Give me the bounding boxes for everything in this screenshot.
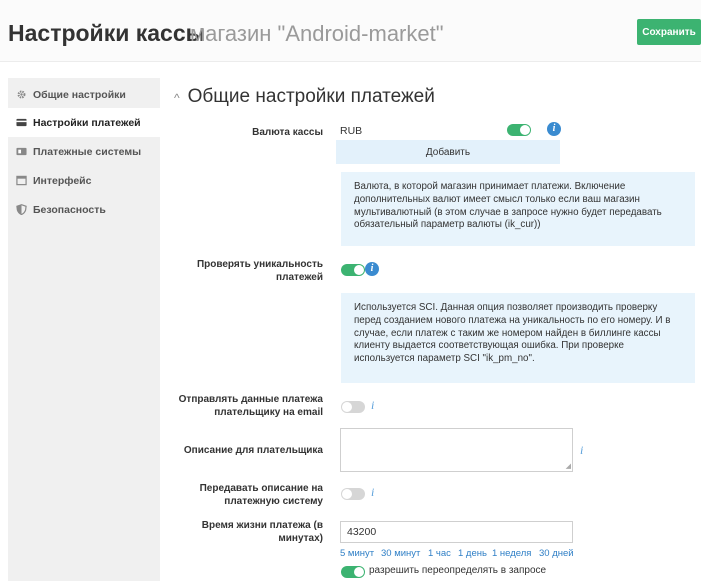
save-button[interactable]: Сохранить: [637, 19, 701, 45]
currency-toggle[interactable]: [507, 124, 531, 136]
page-title: Настройки кассы: [8, 20, 206, 46]
sidebar-item-interface[interactable]: Интерфейс: [8, 166, 160, 195]
currency-help: Валюта, в которой магазин принимает плат…: [341, 172, 695, 246]
info-icon[interactable]: i: [547, 122, 561, 136]
email-toggle[interactable]: [341, 401, 365, 413]
chevron-up-icon: ^: [174, 91, 180, 105]
email-label: Отправлять данные платежа плательщику на…: [178, 394, 323, 418]
shield-icon: [16, 204, 27, 215]
currency-value: RUB: [340, 125, 363, 137]
sidebar: Общие настройки Настройки платежей Плате…: [8, 78, 160, 581]
add-currency-button[interactable]: Добавить: [336, 140, 560, 164]
card-icon: [16, 118, 27, 127]
pass-description-label: Передавать описание на платежную систему: [199, 483, 323, 507]
unique-help: Используется SCI. Данная опция позволяет…: [341, 293, 695, 383]
currency-label: Валюта кассы: [252, 127, 323, 138]
section-title-text: Общие настройки платежей: [187, 86, 435, 107]
resize-grip-icon[interactable]: ◢: [566, 463, 571, 470]
gear-icon: [17, 90, 26, 99]
preset-link[interactable]: 1 неделя: [492, 548, 531, 559]
window-icon: [16, 175, 27, 186]
sidebar-item-label: Безопасность: [33, 203, 106, 216]
sidebar-item-label: Платежные системы: [33, 145, 142, 158]
info-icon[interactable]: i: [365, 262, 379, 276]
sidebar-item-payment-systems[interactable]: Платежные системы: [8, 137, 160, 166]
override-toggle[interactable]: [341, 566, 365, 578]
lifetime-input[interactable]: 43200: [340, 521, 573, 543]
sidebar-item-payment-settings[interactable]: Настройки платежей: [8, 108, 160, 137]
preset-link[interactable]: 30 минут: [381, 548, 420, 559]
page-subtitle: магазин "Android-market": [190, 21, 444, 46]
preset-link[interactable]: 5 минут: [340, 548, 374, 559]
sidebar-item-label: Настройки платежей: [33, 116, 141, 129]
pass-description-toggle[interactable]: [341, 488, 365, 500]
sidebar-item-general[interactable]: Общие настройки: [8, 80, 160, 109]
sidebar-item-security[interactable]: Безопасность: [8, 195, 160, 224]
sidebar-item-label: Интерфейс: [33, 174, 92, 187]
description-textarea[interactable]: ◢: [340, 428, 573, 472]
preset-link[interactable]: 30 дней: [539, 548, 574, 559]
page-header: Настройки кассы магазин "Android-market"…: [0, 0, 701, 62]
unique-toggle[interactable]: [341, 264, 365, 276]
description-label: Описание для плательщика: [183, 445, 323, 456]
info-icon[interactable]: i: [371, 398, 374, 413]
preset-link[interactable]: 1 день: [458, 548, 487, 559]
info-icon[interactable]: i: [371, 485, 374, 500]
wallet-icon: [16, 147, 27, 156]
sidebar-item-label: Общие настройки: [33, 88, 126, 101]
info-icon[interactable]: i: [580, 443, 583, 458]
section-title[interactable]: ^ Общие настройки платежей: [174, 86, 435, 108]
override-label: разрешить переопределять в запросе: [369, 565, 547, 576]
preset-link[interactable]: 1 час: [428, 548, 451, 559]
unique-label: Проверять уникальность платежей: [196, 259, 323, 283]
lifetime-label: Время жизни платежа (в минутах): [201, 520, 323, 544]
